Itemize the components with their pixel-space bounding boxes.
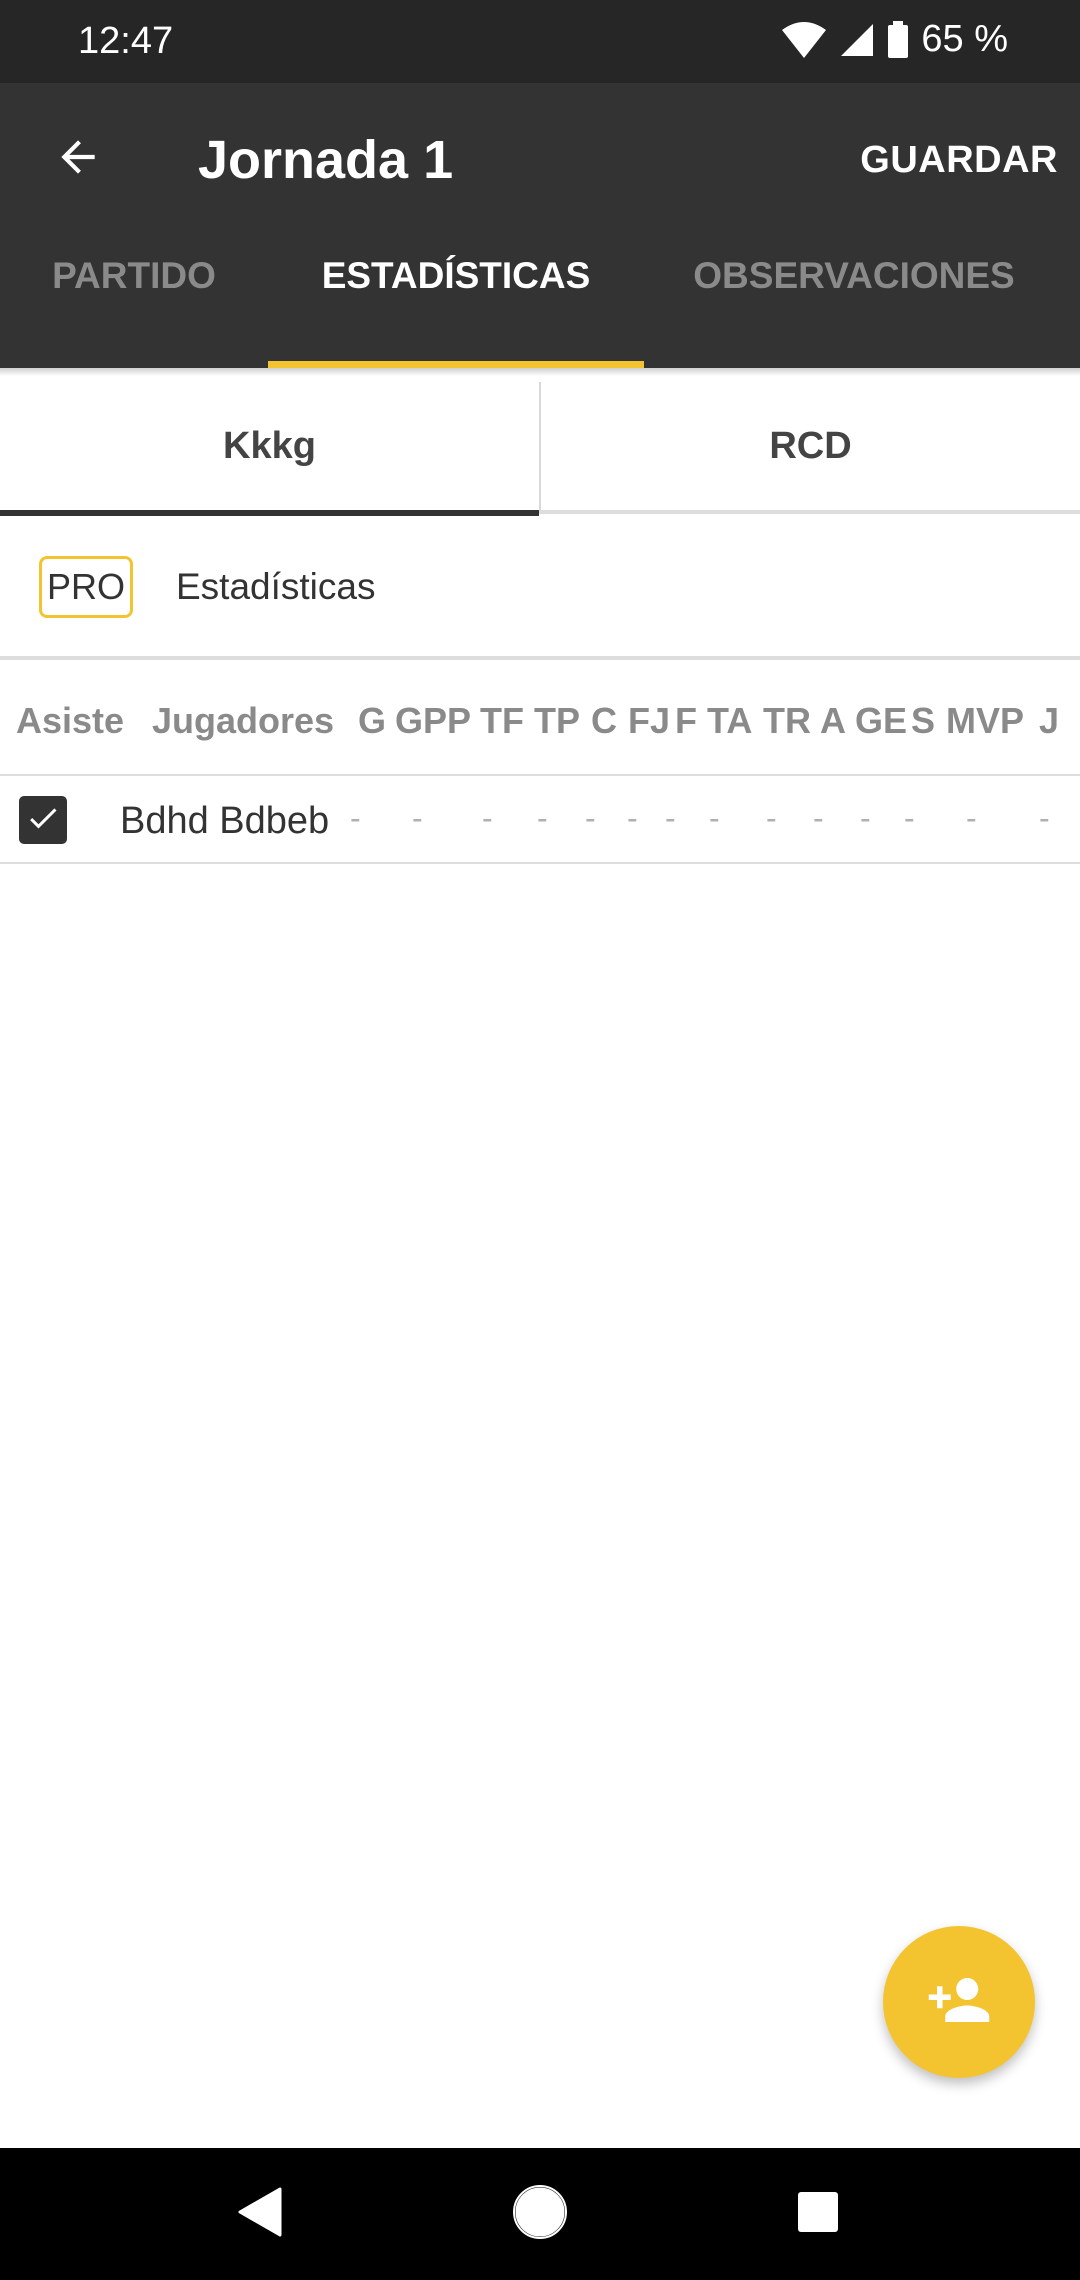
nav-recents-button[interactable] [752,2148,884,2280]
column-header: GE [855,700,908,741]
column-header: FJ [628,700,671,741]
stat-value: - [482,800,493,836]
triangle-back-icon [236,2187,282,2242]
battery-icon [887,20,909,59]
stat-value: - [904,800,915,836]
column-header: S [911,700,936,741]
column-header: J [1039,700,1060,741]
column-header: C [591,700,617,741]
stat-value: - [709,800,720,836]
signal-icon [839,22,875,58]
pro-stats-row[interactable]: PRO Estadísticas [0,516,1080,660]
main-tabs: PARTIDO ESTADÍSTICAS OBSERVACIONES [0,183,1080,368]
team-tab-away[interactable]: RCD [541,376,1080,516]
nav-back-button[interactable] [193,2148,325,2280]
tab-estadisticas[interactable]: ESTADÍSTICAS [268,183,644,368]
nav-home-button[interactable] [474,2148,606,2280]
column-header: TP [534,700,581,741]
page-title: Jornada 1 [198,130,454,190]
status-bar: 12:47 65 % [0,0,1080,83]
column-header: MVP [946,700,1025,741]
column-header: GPP [395,700,472,741]
stat-value: - [585,800,596,836]
column-header: A [820,700,846,741]
column-header: Jugadores [152,700,335,741]
wifi-icon [781,20,827,60]
column-header: G [358,700,387,741]
status-icons: 65 % [781,18,1008,61]
stat-value: - [813,800,824,836]
attendance-checkbox[interactable] [19,796,67,844]
column-header: Asiste [16,700,125,741]
add-person-icon [926,1967,992,2038]
tab-partido[interactable]: PARTIDO [0,183,268,368]
save-button[interactable]: GUARDAR [860,139,1058,182]
pro-stats-label: Estadísticas [176,566,376,607]
stat-value: - [860,800,871,836]
table-row[interactable]: Bdhd Bdbeb - - - - - - - - - - - - - - [0,776,1080,862]
stat-value: - [627,800,638,836]
stat-value: - [766,800,777,836]
player-name: Bdhd Bdbeb [120,800,330,842]
arrow-back-icon [53,132,103,187]
check-icon [25,800,61,841]
column-header: TF [480,700,524,741]
stat-value: - [966,800,977,836]
divider [0,862,1080,864]
pro-badge: PRO [39,556,133,618]
team-tab-home[interactable]: Kkkg [0,376,539,516]
column-header: F [675,700,697,741]
battery-percent: 65 % [921,18,1008,60]
status-time: 12:47 [78,20,174,62]
system-nav-bar [0,2148,1080,2280]
stat-value: - [412,800,423,836]
app-bar: Jornada 1 GUARDAR PARTIDO ESTADÍSTICAS O… [0,83,1080,369]
tab-observaciones[interactable]: OBSERVACIONES [644,183,1064,368]
stats-table-header: Asiste Jugadores G GPP TF TP C FJ F TA T… [0,660,1080,774]
stat-value: - [1039,800,1050,836]
team-tab-underline [539,510,1080,514]
appbar-shadow [0,368,1080,376]
stat-value: - [350,800,361,836]
stat-value: - [537,800,548,836]
circle-home-icon [512,2184,568,2245]
square-recents-icon [797,2191,839,2238]
team-tabs: Kkkg RCD [0,376,1080,516]
column-header: TR [763,700,811,741]
column-header: TA [707,700,753,741]
add-player-button[interactable] [883,1926,1035,2078]
stat-value: - [665,800,676,836]
